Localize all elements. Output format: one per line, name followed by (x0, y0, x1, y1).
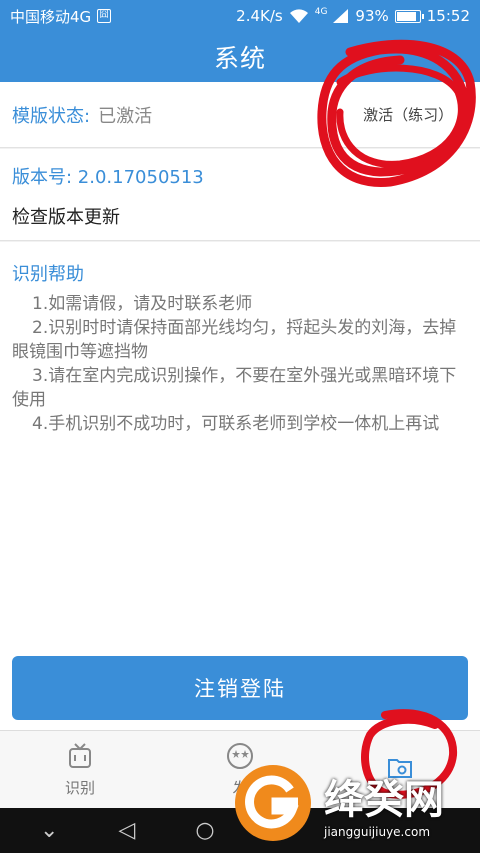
tab-recognize-label: 识别 (64, 779, 95, 797)
help-item: 2.识别时时请保持面部光线均匀，捋起头发的刘海，去掉眼镜围巾等遮挡物 (12, 318, 457, 362)
activate-practice-label: 激活（练习） (363, 106, 454, 124)
back-icon[interactable]: ◁ (118, 818, 135, 843)
watermark-sub: jiangguijiuye.com (324, 824, 431, 839)
battery-fill (396, 11, 417, 21)
tab-recognize[interactable]: 识别 (0, 731, 160, 808)
help-item: 4.手机识别不成功时，可联系老师到学校一体机上再试 (32, 414, 440, 434)
status-left: 中国移动4G 囧 (10, 6, 112, 27)
title-bar: 系统 (0, 32, 480, 82)
check-update-button[interactable]: 检查版本更新 (12, 203, 120, 229)
help-title: 识别帮助 (12, 264, 84, 285)
battery-icon (394, 9, 424, 23)
signal-icon (333, 9, 349, 23)
help-list: 1.如需请假，请及时联系老师 2.识别时时请保持面部光线均匀，捋起头发的刘海，去… (12, 292, 468, 436)
battery-percent: 93% (355, 7, 389, 25)
watermark: 绛癸网 jiangguijiuye.com (232, 752, 480, 853)
network-speed: 2.4K/s (236, 7, 283, 25)
tv-icon (69, 743, 91, 768)
activation-row: 模版状态: 已激活 激活（练习） › (0, 82, 480, 148)
watermark-logo-icon (235, 764, 311, 841)
help-item: 3.请在室内完成识别操作，不要在室外强光或黑暗环境下使用 (12, 366, 457, 410)
status-bar: 中国移动4G 囧 2.4K/s 4G 93% 15:52 (0, 0, 480, 32)
activation-label: 模版状态: (12, 105, 91, 127)
help-item: 1.如需请假，请及时联系老师 (32, 294, 253, 314)
wifi-icon (289, 9, 308, 23)
home-icon[interactable]: ○ (195, 818, 214, 843)
watermark-main: 绛癸网 (324, 776, 444, 823)
version-block: 版本号: 2.0.17050513 检查版本更新 (0, 149, 480, 241)
chevron-right-icon: › (459, 102, 468, 127)
watermark-text: 绛癸网 jiangguijiuye.com (324, 767, 444, 839)
carrier-name: 中国移动4G (10, 7, 92, 26)
page-title: 系统 (213, 44, 266, 73)
logout-button[interactable]: 注销登陆 (12, 656, 468, 720)
chevron-down-icon[interactable]: ⌄ (40, 818, 58, 843)
sim-badge: 囧 (97, 9, 112, 23)
activation-value: 已激活 (98, 105, 153, 127)
network-type: 4G (314, 7, 328, 17)
clock: 15:52 (426, 7, 470, 25)
activate-practice-link[interactable]: 激活（练习） › (363, 102, 468, 127)
status-right: 2.4K/s 4G 93% 15:52 (236, 7, 470, 25)
version-number: 版本号: 2.0.17050513 (12, 167, 204, 188)
